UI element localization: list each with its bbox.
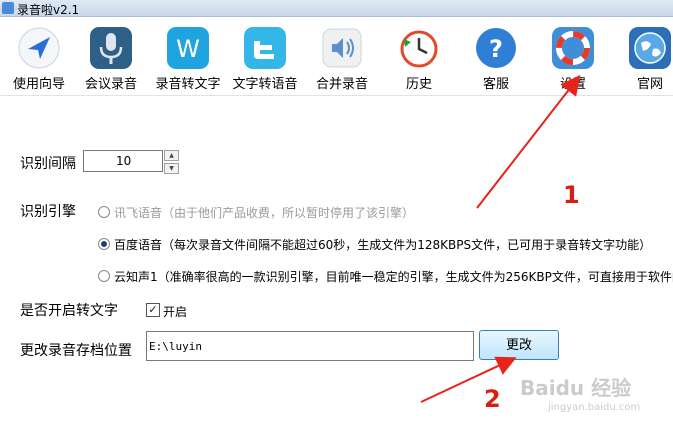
radio-button-selected[interactable] [98, 238, 110, 250]
toolbar-label: 客服 [482, 77, 509, 92]
transcribe-label: 是否开启转文字 [20, 303, 118, 319]
twitter-bird-icon [244, 27, 286, 69]
globe-icon [629, 27, 671, 69]
toolbar-speech-to-text-button[interactable]: W 录音转文字 [149, 23, 227, 95]
toolbar-label: 合并录音 [315, 77, 368, 92]
title-bar: 录音啦v2.1 [0, 0, 673, 17]
toolbar-support-button[interactable]: ? 客服 [457, 23, 535, 95]
lifebuoy-icon [552, 27, 594, 69]
toolbar-label: 使用向导 [12, 77, 65, 92]
radio-button[interactable] [98, 206, 110, 218]
toolbar-label: 文字转语音 [232, 77, 298, 92]
watermark-url: jingyan.baidu.com [548, 402, 641, 413]
interval-label: 识别间隔 [20, 156, 76, 172]
toolbar-history-button[interactable]: 历史 [380, 23, 458, 95]
engine-option-label: 百度语音（每次录音文件间隔不能超过60秒，生成文件为128KBPS文件，已可用于… [114, 238, 652, 252]
help-question-icon: ? [476, 28, 516, 68]
engine-option-yunzhisheng[interactable]: 云知声1（准确率很高的一款识别引擎，目前唯一稳定的引擎，生成文件为256KBP文… [98, 268, 673, 285]
toolbar-settings-button[interactable]: 设置 [534, 23, 612, 95]
change-path-button[interactable]: 更改 [479, 330, 559, 360]
history-clock-icon [400, 30, 438, 68]
engine-option-label: 讯飞语音（由于他们产品收费，所以暂时停用了该引擎） [114, 206, 415, 220]
microphone-icon [90, 27, 132, 69]
main-toolbar: 使用向导 会议录音 W 录音转文字 文字转语音 合并录音 历史 ? 客服 设置 … [0, 17, 673, 96]
toolbar-label: 官网 [636, 77, 663, 92]
engine-option-xunfei[interactable]: 讯飞语音（由于他们产品收费，所以暂时停用了该引擎） [98, 204, 414, 221]
svg-text:W: W [176, 35, 200, 63]
speaker-icon [322, 28, 362, 68]
engine-option-baidu[interactable]: 百度语音（每次录音文件间隔不能超过60秒，生成文件为128KBPS文件，已可用于… [98, 236, 651, 253]
spin-up-icon[interactable]: ▲ [164, 150, 179, 161]
toolbar-merge-record-button[interactable]: 合并录音 [303, 23, 381, 95]
toolbar-label: 设置 [559, 77, 586, 92]
word-document-icon: W [167, 27, 209, 69]
interval-spinner[interactable]: ▲ ▼ [164, 150, 179, 174]
app-icon [2, 2, 14, 14]
toolbar-text-to-speech-button[interactable]: 文字转语音 [226, 23, 304, 95]
transcribe-checkbox-label: 开启 [163, 305, 188, 319]
baidu-watermark: Baidu 经验 [520, 376, 632, 400]
engine-label: 识别引擎 [20, 204, 76, 220]
toolbar-guide-button[interactable]: 使用向导 [0, 23, 78, 95]
spin-down-icon[interactable]: ▼ [164, 163, 179, 174]
annotation-marker-2: 2 [484, 385, 501, 413]
transcribe-checkbox[interactable]: ✓ [146, 303, 160, 317]
window-title: 录音啦v2.1 [17, 3, 80, 17]
svg-text:?: ? [489, 35, 503, 63]
toolbar-label: 录音转文字 [155, 77, 221, 92]
annotation-marker-1: 1 [563, 181, 580, 209]
engine-option-label: 云知声1（准确率很高的一款识别引擎，目前唯一稳定的引擎，生成文件为256KBP文… [114, 270, 673, 284]
storage-label: 更改录音存档位置 [20, 343, 132, 359]
interval-input[interactable]: 10 [83, 150, 163, 172]
navigation-arrow-icon [18, 27, 60, 69]
toolbar-label: 历史 [405, 77, 432, 92]
storage-path-input[interactable]: E:\luyin [146, 331, 474, 361]
toolbar-meeting-record-button[interactable]: 会议录音 [72, 23, 150, 95]
toolbar-website-button[interactable]: 官网 [611, 23, 673, 95]
toolbar-label: 会议录音 [84, 77, 137, 92]
radio-button[interactable] [98, 270, 110, 282]
